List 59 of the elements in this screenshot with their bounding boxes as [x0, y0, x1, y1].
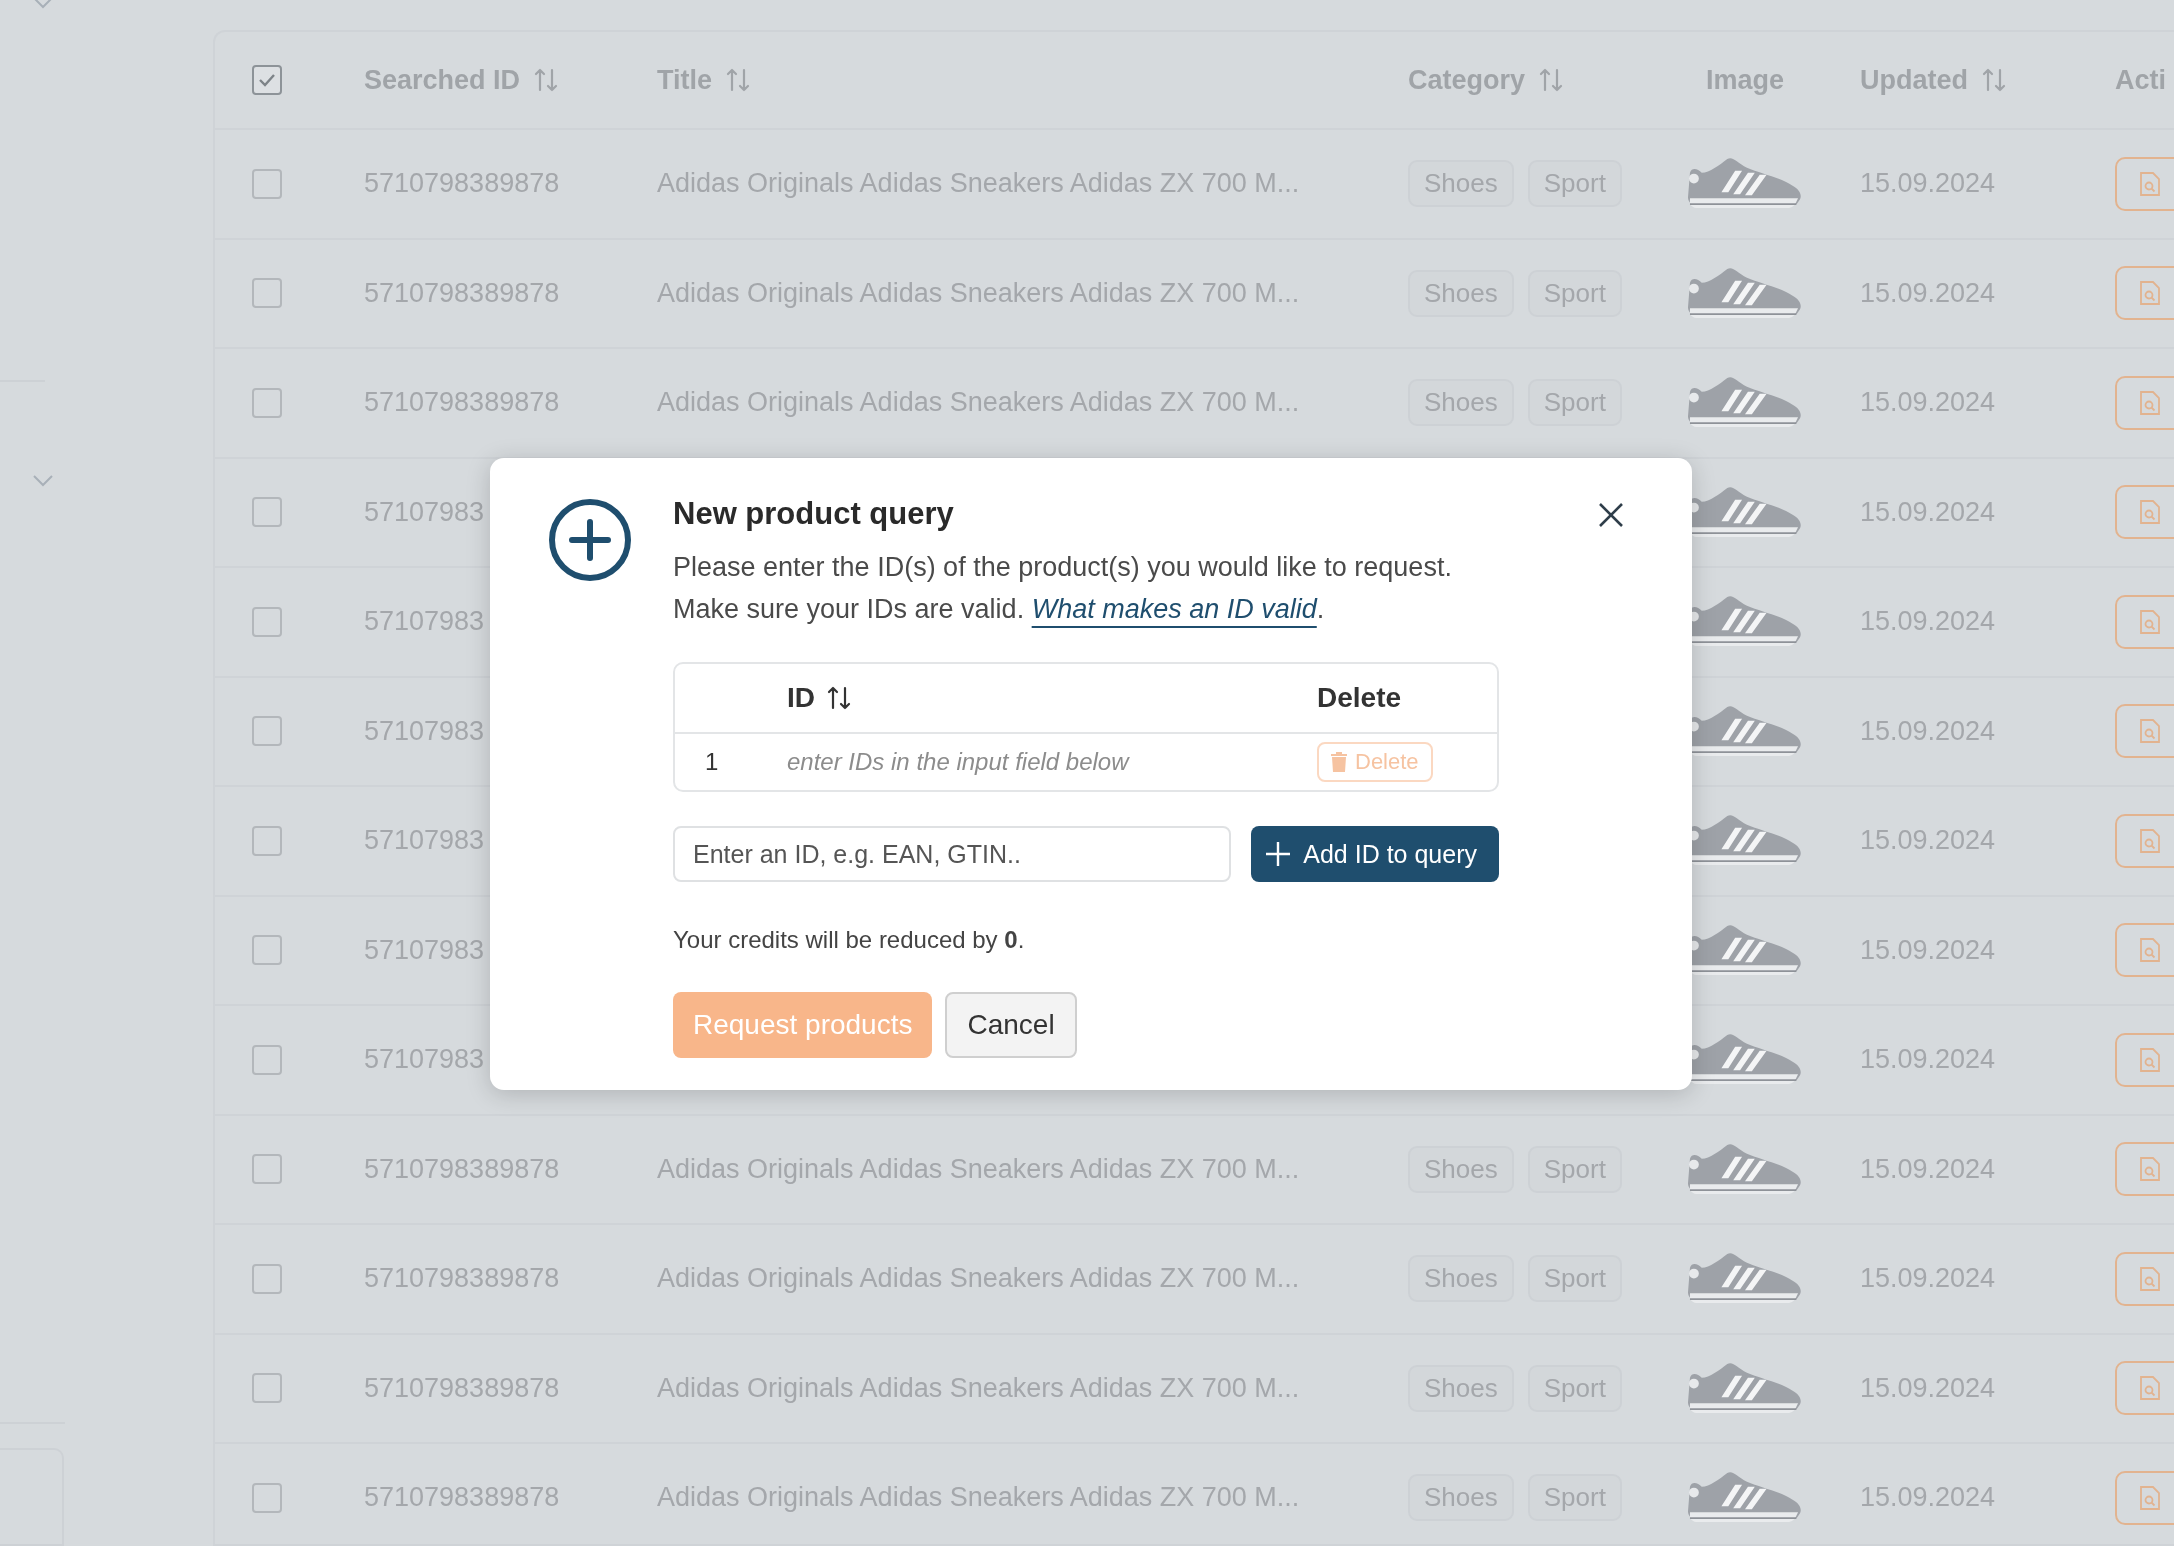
- column-header[interactable]: ID: [787, 682, 815, 714]
- row-checkbox[interactable]: [252, 1373, 282, 1404]
- document-search-icon: [2139, 1265, 2161, 1292]
- row-checkbox[interactable]: [252, 278, 282, 309]
- document-search-icon: [2139, 1375, 2161, 1402]
- view-document-button[interactable]: [2115, 704, 2174, 759]
- dialog-description: Please enter the ID(s) of the product(s) you would like to request. Make sure your IDs are valid. What makes an ID valid.: [673, 551, 1453, 626]
- view-document-button[interactable]: [2115, 1251, 2174, 1306]
- id-input-field[interactable]: Enter an ID, e.g. EAN, GTIN..: [673, 826, 1232, 882]
- checkmark-icon: [258, 73, 276, 87]
- view-document-button[interactable]: [2115, 813, 2174, 868]
- row-checkbox[interactable]: [252, 1044, 282, 1075]
- row-checkbox[interactable]: [252, 387, 282, 418]
- help-link[interactable]: What makes an ID valid: [1031, 594, 1317, 624]
- dialog-title: New product query: [673, 496, 955, 532]
- close-icon[interactable]: [1598, 502, 1624, 528]
- row-checkbox[interactable]: [252, 1263, 282, 1294]
- row-checkbox[interactable]: [252, 606, 282, 637]
- row-checkbox[interactable]: [252, 168, 282, 199]
- row-checkbox[interactable]: [252, 497, 282, 528]
- add-id-button[interactable]: Add ID to query: [1251, 826, 1499, 882]
- document-search-icon: [2139, 499, 2161, 526]
- cancel-button[interactable]: Cancel: [945, 992, 1077, 1058]
- view-document-button[interactable]: [2115, 156, 2174, 211]
- chevron-down-icon[interactable]: [32, 474, 54, 488]
- sort-icon[interactable]: [827, 685, 851, 711]
- document-search-icon: [2139, 280, 2161, 307]
- chevron-down-icon[interactable]: [32, 0, 54, 10]
- document-search-icon: [2139, 1484, 2161, 1511]
- select-all-checkbox[interactable]: [252, 65, 282, 95]
- view-document-button[interactable]: [2115, 266, 2174, 321]
- document-search-icon: [2139, 389, 2161, 416]
- credits-note: Your credits will be reduced by 0.: [673, 926, 1026, 954]
- document-search-icon: [2139, 937, 2161, 964]
- document-search-icon: [2139, 827, 2161, 854]
- document-search-icon: [2139, 1156, 2161, 1183]
- document-search-icon: [2139, 718, 2161, 745]
- row-checkbox[interactable]: [252, 1482, 282, 1513]
- view-document-button[interactable]: [2115, 1142, 2174, 1197]
- plus-icon: [1265, 841, 1292, 867]
- plus-circle-icon: [548, 498, 632, 582]
- document-search-icon: [2139, 170, 2161, 197]
- row-number: 1: [705, 748, 719, 776]
- row-checkbox[interactable]: [252, 716, 282, 747]
- view-document-button[interactable]: [2115, 1470, 2174, 1525]
- view-document-button[interactable]: [2115, 594, 2174, 649]
- row-checkbox[interactable]: [252, 825, 282, 856]
- trash-icon: [1331, 752, 1347, 772]
- view-document-button[interactable]: [2115, 1032, 2174, 1087]
- empty-hint: enter IDs in the input field below: [787, 748, 1129, 776]
- view-document-button[interactable]: [2115, 1361, 2174, 1416]
- view-document-button[interactable]: [2115, 923, 2174, 978]
- row-checkbox[interactable]: [252, 1154, 282, 1185]
- document-search-icon: [2139, 1046, 2161, 1073]
- view-document-button[interactable]: [2115, 375, 2174, 430]
- column-header: Delete: [1317, 682, 1402, 714]
- row-checkbox[interactable]: [252, 935, 282, 966]
- view-document-button[interactable]: [2115, 485, 2174, 540]
- document-search-icon: [2139, 608, 2161, 635]
